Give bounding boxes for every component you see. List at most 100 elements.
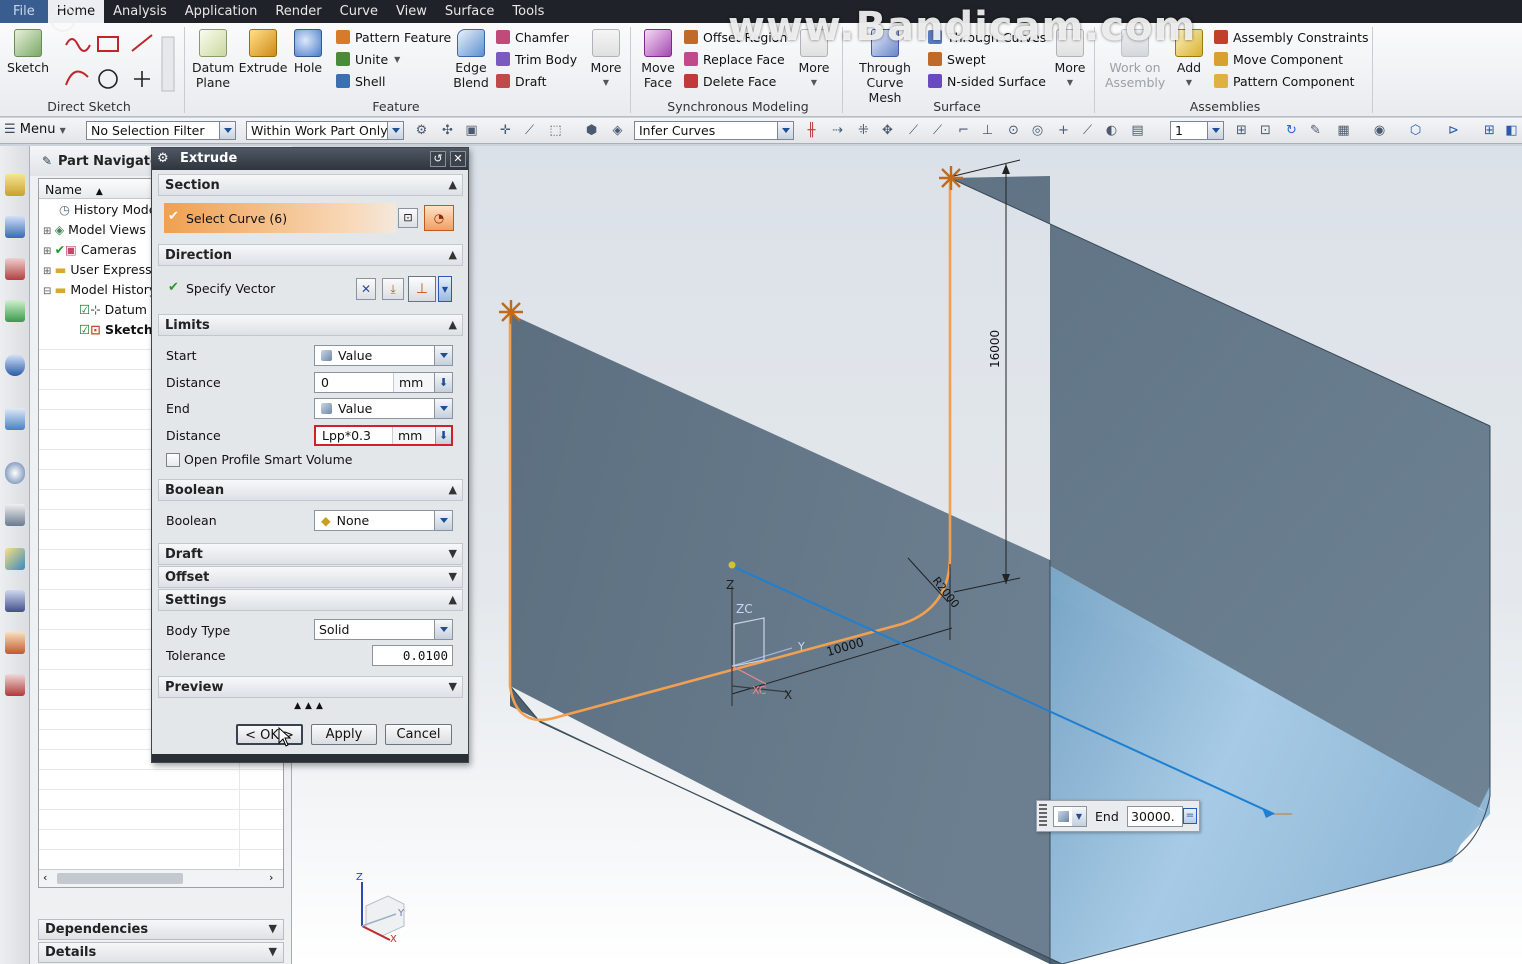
rendering-style-icon[interactable]: ◉ <box>1372 123 1387 138</box>
details-panel-header[interactable]: Details ▼ <box>38 942 284 963</box>
arc-center-icon[interactable]: ⊙ <box>1006 123 1021 138</box>
section-view-icon[interactable]: ⊳ <box>1446 123 1461 138</box>
point-on-face-icon[interactable]: ◐ <box>1104 123 1119 138</box>
expand-icon[interactable]: ⊞ <box>43 226 55 237</box>
hole-button[interactable]: Hole <box>290 29 326 75</box>
tree-item-cameras[interactable]: ⊞ ✔▣ Cameras <box>43 240 136 260</box>
tolerance-input[interactable]: 0.0100 <box>372 645 453 666</box>
sketch-curve-tools[interactable] <box>60 33 180 95</box>
menu-render[interactable]: Render <box>266 0 330 23</box>
scrollbar-thumb[interactable] <box>57 873 183 884</box>
system-scenes-tab-icon[interactable] <box>5 632 25 654</box>
mid-point-icon[interactable]: ⟋ <box>930 123 945 138</box>
collapse-icon[interactable]: ⊟ <box>43 286 55 297</box>
menu-application[interactable]: Application <box>176 0 267 23</box>
body-icon[interactable]: ⬢ <box>584 123 599 138</box>
unite-button[interactable]: Unite ▼ <box>336 49 400 69</box>
close-icon[interactable]: ✕ <box>450 151 466 167</box>
delete-face-button[interactable]: Delete Face <box>684 71 776 91</box>
model-view[interactable] <box>292 146 1522 964</box>
checkbox-checked-icon[interactable]: ☑ <box>79 302 90 317</box>
pan-icon[interactable]: ✎ <box>1308 123 1323 138</box>
tree-item-model-views[interactable]: ⊞ ◈ Model Views <box>43 220 146 240</box>
tree-item-datum[interactable]: ☑⊹ Datum <box>79 300 147 320</box>
roles-tab-icon[interactable] <box>5 590 25 612</box>
graphics-window[interactable]: 16000 10000 R2000 Z ZC Y X XC Z Y X <box>292 146 1522 964</box>
show-hide-icon[interactable]: ◧ <box>1504 123 1519 138</box>
part-navigator-tab-icon[interactable] <box>5 174 25 196</box>
rectangle-select-icon[interactable]: ⬚ <box>548 123 563 138</box>
formula-menu-icon[interactable]: ⬇ <box>434 373 452 392</box>
direction-group-header[interactable]: Direction ▲ <box>158 244 463 266</box>
work-layer-icon[interactable]: ⊞ <box>1482 123 1497 138</box>
move-face-button[interactable]: Move Face <box>638 29 678 90</box>
pattern-component-button[interactable]: Pattern Component <box>1214 71 1355 91</box>
select-curve-row[interactable]: ✔ Select Curve (6) <box>164 203 396 233</box>
extrude-button[interactable]: Extrude <box>239 29 287 75</box>
apply-button[interactable]: Apply <box>311 724 377 745</box>
cancel-button[interactable]: Cancel <box>385 724 452 745</box>
swept-button[interactable]: Swept <box>928 49 986 69</box>
datum-plane-button[interactable]: Datum Plane <box>190 29 236 90</box>
trim-body-button[interactable]: Trim Body <box>496 49 577 69</box>
end-option-dropdown[interactable]: ▼ <box>1053 806 1087 827</box>
stop-at-intersection-icon[interactable]: ╫ <box>804 123 819 138</box>
select-all-icon[interactable]: ▣ <box>464 123 479 138</box>
menu-file[interactable]: File <box>0 0 48 23</box>
dimension-height[interactable]: 16000 <box>988 330 1002 368</box>
selection-filter-dropdown[interactable]: No Selection Filter <box>86 121 236 140</box>
hd3d-tools-tab-icon[interactable] <box>5 354 25 376</box>
fit-icon[interactable]: ⊞ <box>1234 123 1249 138</box>
follow-fillet-icon[interactable]: ⇢ <box>830 123 845 138</box>
path-icon[interactable]: ✥ <box>880 123 895 138</box>
reverse-direction-icon[interactable]: ✕ <box>356 278 376 300</box>
process-studio-tab-icon[interactable] <box>5 504 25 526</box>
inferred-vector-icon[interactable]: ⊥ <box>408 276 436 302</box>
web-browser-tab-icon[interactable] <box>5 408 25 430</box>
manufacturing-wizard-tab-icon[interactable] <box>5 548 25 570</box>
point-on-curve-icon[interactable]: ⟋ <box>1080 123 1095 138</box>
end-point-icon[interactable]: ⟋ <box>906 123 921 138</box>
pin-icon[interactable]: ✎ <box>42 154 52 168</box>
bounded-grid-icon[interactable]: ▤ <box>1130 123 1145 138</box>
reuse-library-tab-icon[interactable] <box>5 300 25 322</box>
existing-point-icon[interactable]: + <box>1056 123 1071 138</box>
assembly-constraints-button[interactable]: Assembly Constraints <box>1214 27 1369 47</box>
tree-item-model-history[interactable]: ⊟ ▬ Model History <box>43 280 156 300</box>
boolean-dropdown[interactable]: ◆ None <box>314 510 453 531</box>
menu-curve[interactable]: Curve <box>331 0 387 23</box>
zoom-icon[interactable]: ⊡ <box>1258 123 1273 138</box>
reset-icon[interactable]: ↺ <box>430 151 446 167</box>
feature-icon[interactable]: ◈ <box>610 123 625 138</box>
formula-menu-icon[interactable]: ⬇ <box>435 427 451 444</box>
chain-icon[interactable]: ⁜ <box>856 123 871 138</box>
expand-icon[interactable]: ⊞ <box>43 266 55 277</box>
settings-group-header[interactable]: Settings ▲ <box>158 589 463 611</box>
palettes-tab-icon[interactable] <box>5 674 25 696</box>
curve-rule-dropdown[interactable]: Infer Curves <box>634 121 794 140</box>
ok-button[interactable]: < OK > <box>236 724 303 745</box>
start-option-dropdown[interactable]: Value <box>314 345 453 366</box>
assembly-navigator-tab-icon[interactable] <box>5 216 25 238</box>
menu-view[interactable]: View <box>387 0 436 23</box>
n-sided-surface-button[interactable]: N-sided Surface <box>928 71 1046 91</box>
edge-icon[interactable]: ⟋ <box>522 123 537 138</box>
sketch-section-icon[interactable]: ⊡ <box>398 208 418 228</box>
section-group-header[interactable]: Section ▲ <box>158 174 463 196</box>
curve-icon[interactable]: ◔ <box>424 205 454 231</box>
draft-button[interactable]: Draft <box>496 71 547 91</box>
boolean-group-header[interactable]: Boolean ▲ <box>158 479 463 501</box>
body-type-dropdown[interactable]: Solid <box>314 619 453 640</box>
snap-icon[interactable]: ⚙ <box>414 123 429 138</box>
end-distance-input[interactable]: Lpp*0.3 mm ⬇ <box>314 425 453 446</box>
tree-item-history-mode[interactable]: ◷ History Mode <box>59 200 156 220</box>
limits-group-header[interactable]: Limits ▲ <box>158 314 463 336</box>
draft-group-header[interactable]: Draft ▼ <box>158 543 463 565</box>
history-tab-icon[interactable] <box>5 462 25 484</box>
constraint-navigator-tab-icon[interactable] <box>5 258 25 280</box>
layer-dropdown[interactable]: 1 <box>1170 121 1224 140</box>
open-profile-checkbox[interactable] <box>166 453 180 467</box>
feature-more-button[interactable]: More ▼ <box>588 29 624 90</box>
menu-button[interactable]: ☰ Menu ▼ <box>4 122 66 137</box>
menu-analysis[interactable]: Analysis <box>104 0 176 23</box>
